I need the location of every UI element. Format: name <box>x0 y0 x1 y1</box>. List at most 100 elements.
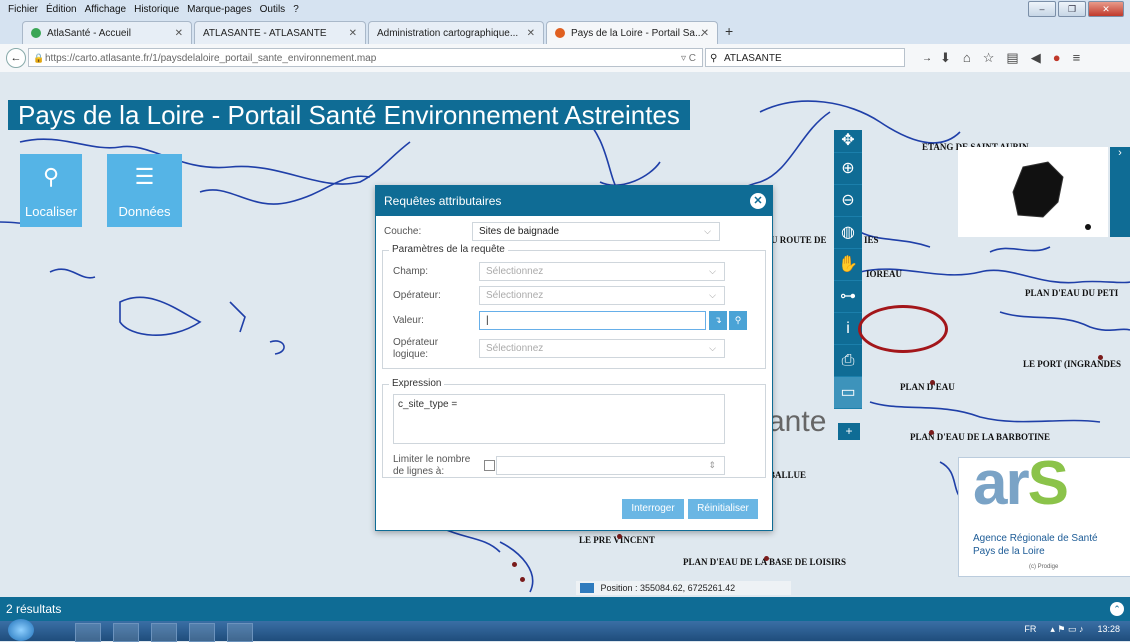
donnees-label: Données <box>118 204 171 219</box>
minimize-button[interactable]: – <box>1028 1 1056 17</box>
search-input[interactable]: ⚲ ATLASANTE → <box>705 48 932 67</box>
right-panel-toggle[interactable]: › <box>1110 147 1130 237</box>
prodige-favicon-icon <box>555 28 565 38</box>
valeur-input[interactable]: | <box>479 311 706 330</box>
tab-pays-de-la-loire[interactable]: Pays de la Loire - Portail Sa... ✕ <box>546 21 718 44</box>
explorer-taskbar-icon[interactable] <box>151 623 177 642</box>
reload-icon[interactable]: ▿ C <box>681 49 696 68</box>
site-marker[interactable] <box>930 380 935 385</box>
language-indicator[interactable]: FR <box>1024 624 1036 635</box>
tab-atlasante-accueil[interactable]: AtlaSanté - Accueil ✕ <box>22 21 192 44</box>
results-bar[interactable]: 2 résultats ⌃ <box>0 597 1130 621</box>
reinitialiser-button[interactable]: Réinitialiser <box>688 499 758 519</box>
menu-fichier[interactable]: Fichier <box>8 4 38 15</box>
tab-label: ATLASANTE - ATLASANTE <box>203 27 327 39</box>
firefox-taskbar-icon[interactable] <box>113 623 139 642</box>
search-icon: ⚲ <box>710 53 718 64</box>
zoom-in-icon[interactable]: ⊕ <box>834 153 862 185</box>
binoculars-icon[interactable]: ⊶ <box>834 281 862 313</box>
url-bar[interactable]: 🔒 https://carto.atlasante.fr/1/paysdelal… <box>28 48 703 67</box>
close-tab-icon[interactable]: ✕ <box>527 28 535 39</box>
maximize-button[interactable]: ❐ <box>1058 1 1086 17</box>
ie-taskbar-icon[interactable] <box>75 623 101 642</box>
atlasante-favicon-icon <box>31 28 41 38</box>
site-marker[interactable] <box>764 556 769 561</box>
map-place-name: ante <box>768 405 827 438</box>
globe-icon[interactable]: ◍ <box>834 217 862 249</box>
operateur-logique-select[interactable]: Sélectionnez ⌵ <box>479 339 725 358</box>
chevron-up-icon[interactable]: ⌃ <box>1110 602 1124 616</box>
dialog-header: Requêtes attributaires ✕ <box>376 186 772 216</box>
map-label: IES <box>864 235 879 245</box>
limit-number-input[interactable]: ⇕ <box>496 456 725 475</box>
couche-select[interactable]: Sites de baignade ⌵ <box>472 222 720 241</box>
couche-value: Sites de baignade <box>479 226 560 237</box>
limit-label-2: de lignes à: <box>393 466 445 477</box>
close-tab-icon[interactable]: ✕ <box>701 28 709 39</box>
clock[interactable]: 13:28 <box>1097 624 1120 635</box>
expand-tools-button[interactable]: + <box>838 423 860 440</box>
close-tab-icon[interactable]: ✕ <box>349 28 357 39</box>
tray-icons[interactable]: ▴ ⚑ ▭ ♪ <box>1050 624 1083 635</box>
map-label: PLAN D'EAU DU PETI <box>1025 288 1119 298</box>
champ-select[interactable]: Sélectionnez ⌵ <box>479 262 725 281</box>
menu-affichage[interactable]: Affichage <box>85 4 127 15</box>
limit-checkbox[interactable] <box>484 460 495 471</box>
new-tab-button[interactable]: + <box>725 23 733 39</box>
site-marker[interactable] <box>929 430 934 435</box>
database-icon: ☰ <box>134 164 155 189</box>
site-marker[interactable] <box>617 534 622 539</box>
window-controls: – ❐ ✕ <box>1028 1 1124 17</box>
start-button-icon[interactable] <box>8 619 34 641</box>
close-window-button[interactable]: ✕ <box>1088 1 1124 17</box>
close-dialog-icon[interactable]: ✕ <box>750 193 766 209</box>
attribute-query-dialog: Requêtes attributaires ✕ Couche: Sites d… <box>375 185 773 531</box>
download-icon[interactable]: ⬇ <box>940 50 951 66</box>
donnees-button[interactable]: ☰ Données <box>107 154 182 227</box>
chevron-down-icon: ⌵ <box>709 266 716 276</box>
zoom-out-icon[interactable]: ⊖ <box>834 185 862 217</box>
ars-region-text: Pays de la Loire <box>973 546 1045 557</box>
results-count: 2 résultats <box>6 602 62 616</box>
hand-icon[interactable]: ✋ <box>834 249 862 281</box>
insert-value-button[interactable]: ↴ <box>709 311 727 330</box>
champ-label: Champ: <box>393 266 429 277</box>
reading-list-icon[interactable]: ▤ <box>1006 50 1018 66</box>
operateur-select[interactable]: Sélectionnez ⌵ <box>479 286 725 305</box>
menu-marque-pages[interactable]: Marque-pages <box>187 4 251 15</box>
print-icon[interactable]: ⎙ <box>834 345 862 377</box>
shield-icon[interactable]: ● <box>1053 50 1061 66</box>
tab-bar: AtlaSanté - Accueil ✕ ATLASANTE - ATLASA… <box>0 18 1130 44</box>
url-text: https://carto.atlasante.fr/1/paysdelaloi… <box>45 53 377 64</box>
operateur-placeholder: Sélectionnez <box>486 290 544 301</box>
go-arrow-icon[interactable]: → <box>922 49 932 68</box>
expression-textarea[interactable]: c_site_type = <box>393 394 725 444</box>
pan-arrows-icon[interactable]: ✥ <box>834 130 862 153</box>
position-readout: Position : 355084.62, 6725261.42 <box>576 581 791 595</box>
send-icon[interactable]: ◀ <box>1031 50 1041 66</box>
bookmark-star-icon[interactable]: ☆ <box>983 50 995 66</box>
spinner-icon[interactable]: ⇕ <box>708 457 716 474</box>
site-marker[interactable] <box>512 562 517 567</box>
site-marker[interactable] <box>520 577 525 582</box>
layout-icon[interactable]: ▭ <box>834 377 862 409</box>
powerpoint-taskbar-icon[interactable] <box>189 623 215 642</box>
operateur-label: Opérateur: <box>393 290 441 301</box>
tab-administration-cartographique[interactable]: Administration cartographique... ✕ <box>368 21 544 44</box>
menu-aide[interactable]: ? <box>293 4 299 15</box>
home-icon[interactable]: ⌂ <box>963 50 971 66</box>
menu-edition[interactable]: Édition <box>46 4 77 15</box>
menu-outils[interactable]: Outils <box>260 4 286 15</box>
word-taskbar-icon[interactable] <box>227 623 253 642</box>
localiser-button[interactable]: ⚲ Localiser <box>20 154 82 227</box>
tab-atlasante-atlasante[interactable]: ATLASANTE - ATLASANTE ✕ <box>194 21 366 44</box>
close-tab-icon[interactable]: ✕ <box>175 28 183 39</box>
overview-map[interactable] <box>958 147 1108 237</box>
interroger-button[interactable]: Interroger <box>622 499 684 519</box>
menu-historique[interactable]: Historique <box>134 4 179 15</box>
back-arrow-icon[interactable]: ← <box>6 48 26 68</box>
site-marker[interactable] <box>1098 355 1103 360</box>
hamburger-menu-icon[interactable]: ≡ <box>1073 50 1081 66</box>
params-legend: Paramètres de la requête <box>389 244 508 255</box>
search-values-button[interactable]: ⚲ <box>729 311 747 330</box>
